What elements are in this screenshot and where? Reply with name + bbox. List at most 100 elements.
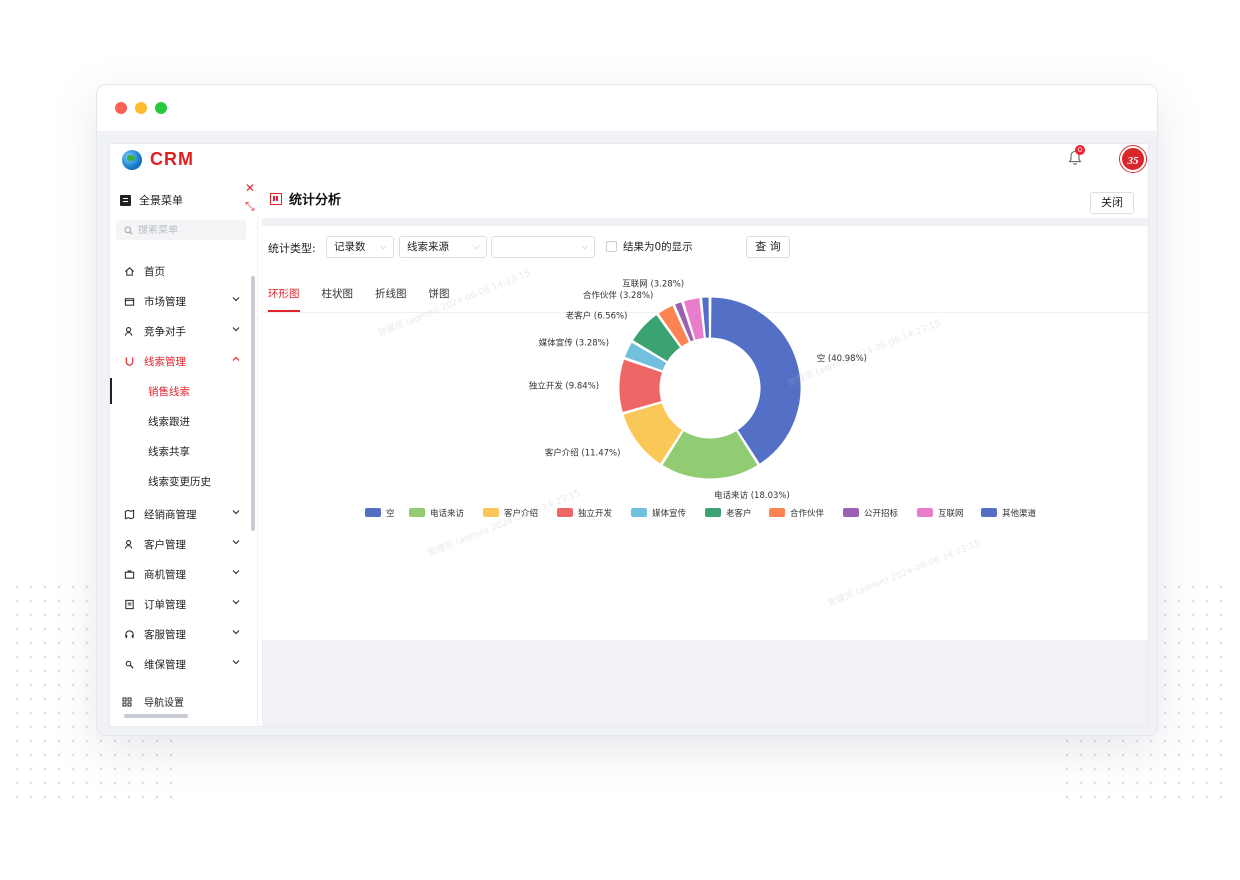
chevron-down-icon [232, 630, 240, 635]
sidebar-item-orders[interactable]: 订单管理 [110, 589, 250, 619]
legend-label[interactable]: 电话来访 [430, 508, 465, 519]
sidebar-item-competitors[interactable]: 竞争对手 [110, 316, 250, 346]
sidebar-subitem-lead-followup[interactable]: 线索跟进 [110, 406, 250, 436]
briefcase-icon [124, 569, 135, 579]
legend-label[interactable]: 其他渠道 [1002, 508, 1037, 519]
page-title: 统计分析 [270, 189, 341, 208]
notification-badge: 0 [1075, 145, 1085, 155]
search-icon [124, 225, 133, 235]
legend-swatch[interactable] [981, 508, 997, 517]
sidebar-item-label: 线索管理 [144, 355, 186, 368]
slice-label: 互联网 (3.28%) [622, 279, 684, 289]
page-title-text: 统计分析 [289, 193, 342, 208]
legend-label[interactable]: 合作伙伴 [790, 508, 825, 519]
avatar[interactable]: 35 [1120, 146, 1146, 172]
sidebar-subitem-sales-leads[interactable]: 销售线索 [110, 376, 250, 406]
sidebar-item-label: 订单管理 [144, 598, 186, 611]
sidebar-item-label: 首页 [144, 265, 165, 278]
browser-titlebar [97, 85, 1157, 131]
legend-label[interactable]: 公开招标 [864, 508, 899, 519]
slice-label: 客户介绍 (11.47%) [545, 447, 621, 458]
sidebar-subitem-label: 线索变更历史 [148, 475, 211, 488]
globe-logo-icon [122, 150, 142, 170]
wrench-icon [125, 660, 134, 669]
browser-window: CRM 0 35 全景菜单 搜索菜单 首页 市场管理 竞争对手 线索管理 销售线… [96, 84, 1158, 736]
chevron-down-icon [232, 600, 240, 605]
sidebar-item-leads[interactable]: 线索管理 [110, 346, 250, 376]
sidebar-item-dealers[interactable]: 经销商管理 [110, 499, 250, 529]
legend-swatch[interactable] [917, 508, 933, 517]
crm-app: CRM 0 35 全景菜单 搜索菜单 首页 市场管理 竞争对手 线索管理 销售线… [109, 143, 1149, 727]
user-icon [124, 539, 133, 549]
sidebar-subitem-lead-history[interactable]: 线索变更历史 [110, 466, 250, 496]
sidebar-item-customers[interactable]: 客户管理 [110, 529, 250, 559]
sidebar-item-market[interactable]: 市场管理 [110, 286, 250, 316]
browser-body: CRM 0 35 全景菜单 搜索菜单 首页 市场管理 竞争对手 线索管理 销售线… [97, 131, 1157, 735]
chevron-down-icon [232, 510, 240, 515]
sidebar-item-maintenance[interactable]: 维保管理 [110, 649, 250, 679]
statistics-panel: 统计分析 关闭 统计类型: 记录数 ⌵ 线索来源 ⌵ ⌵ 结果为0的显示 查 询… [262, 176, 1148, 726]
sidebar-item-label: 市场管理 [144, 295, 186, 308]
panel-header: 统计分析 关闭 [262, 176, 1148, 218]
minimize-window-icon[interactable] [135, 102, 147, 114]
magnet-icon [125, 356, 134, 366]
chevron-down-icon [232, 540, 240, 545]
sidebar-subitem-label: 线索跟进 [148, 415, 190, 428]
sidebar-subitem-label: 销售线索 [148, 385, 190, 398]
close-window-icon[interactable] [115, 102, 127, 114]
legend-swatch[interactable] [705, 508, 721, 517]
sidebar-item-label: 维保管理 [144, 658, 186, 671]
sidebar-horizontal-scrollbar[interactable] [124, 714, 188, 718]
slice-label: 媒体宣传 (3.28%) [539, 338, 609, 349]
sidebar-item-label: 商机管理 [144, 568, 186, 581]
legend-label[interactable]: 互联网 [938, 509, 964, 519]
nav-setting-label: 导航设置 [144, 698, 184, 709]
legend-label[interactable]: 独立开发 [578, 508, 613, 519]
sidebar-item-opportunities[interactable]: 商机管理 [110, 559, 250, 589]
home-icon [125, 266, 134, 276]
sidebar-item-label: 客户管理 [144, 538, 186, 551]
legend-swatch[interactable] [483, 508, 499, 517]
sidebar-item-label: 竞争对手 [144, 325, 186, 338]
close-button[interactable]: 关闭 [1090, 192, 1134, 214]
sidebar-vertical-scrollbar[interactable] [251, 276, 255, 531]
legend-swatch[interactable] [557, 508, 573, 517]
sidebar-subitem-lead-sharing[interactable]: 线索共享 [110, 436, 250, 466]
search-input[interactable] [138, 224, 238, 236]
sidebar-item-service[interactable]: 客服管理 [110, 619, 250, 649]
menu-grid-icon [120, 194, 131, 206]
slice-label: 合作伙伴 (3.28%) [583, 290, 653, 301]
chevron-down-icon [232, 297, 240, 302]
legend-swatch[interactable] [365, 508, 381, 517]
sidebar-item-label: 客服管理 [144, 628, 186, 641]
panel-content: 统计类型: 记录数 ⌵ 线索来源 ⌵ ⌵ 结果为0的显示 查 询 环形图 柱状图… [262, 226, 1148, 640]
user-icon [124, 326, 133, 336]
legend-swatch[interactable] [631, 508, 647, 517]
chevron-up-icon [232, 356, 240, 361]
close-icon[interactable]: ✕ [245, 182, 255, 194]
sidebar-item-home[interactable]: 首页 [110, 256, 250, 286]
legend-label[interactable]: 客户介绍 [504, 508, 538, 519]
legend-swatch[interactable] [769, 508, 785, 517]
collapse-icon[interactable]: ⤡ [245, 200, 255, 212]
legend-swatch[interactable] [409, 508, 425, 517]
menu-all-button[interactable]: 全景菜单 [120, 192, 183, 208]
nav-setting-button[interactable]: 导航设置 [122, 694, 184, 709]
panel-side-tools: ✕ ⤡ [240, 176, 260, 216]
maximize-window-icon[interactable] [155, 102, 167, 114]
donut-chart: 空 (40.98%) 电话来访 (18.03%) 客户介绍 (11.47%) 独立开发… [365, 279, 1037, 519]
map-icon [124, 509, 135, 519]
headset-icon [125, 629, 134, 638]
legend-label[interactable]: 媒体宣传 [652, 508, 687, 519]
chart-icon [270, 192, 282, 205]
sidebar: 全景菜单 首页 市场管理 [110, 176, 258, 726]
app-logo-text: CRM [150, 149, 194, 169]
slice-label: 空 (40.98%) [817, 353, 867, 364]
legend-swatch[interactable] [843, 508, 859, 517]
legend-label[interactable]: 空 [386, 508, 395, 519]
menu-all-label: 全景菜单 [139, 194, 183, 207]
legend-label[interactable]: 老客户 [726, 508, 752, 519]
chevron-down-icon [232, 327, 240, 332]
menu-search [116, 220, 246, 240]
chevron-down-icon [232, 660, 240, 665]
